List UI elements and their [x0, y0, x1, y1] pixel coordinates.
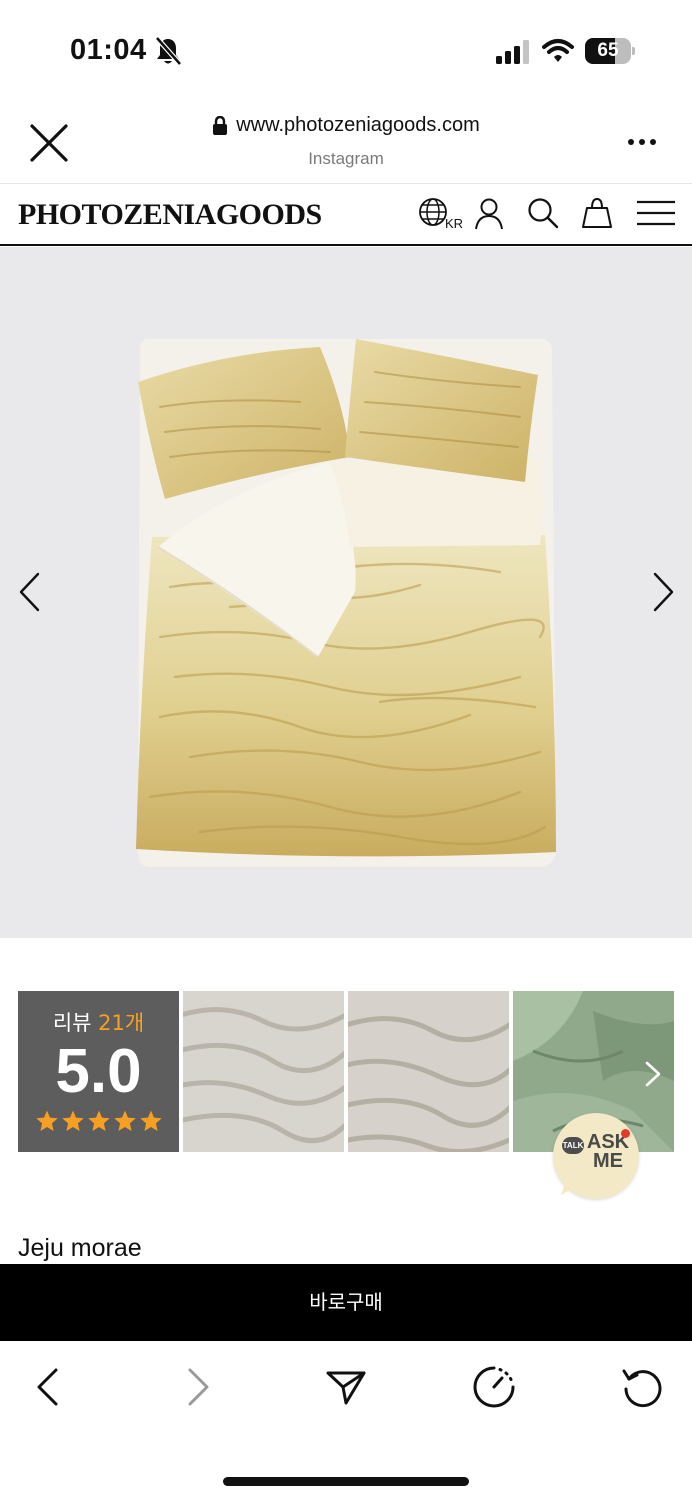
bell-off-icon: [155, 36, 182, 66]
battery-percent: 65: [597, 40, 619, 61]
ask-me-label: ASK ME: [586, 1132, 630, 1172]
talk-badge: TALK: [562, 1137, 584, 1154]
carousel-next-icon[interactable]: [651, 572, 675, 612]
buy-now-button[interactable]: 바로구매: [0, 1264, 692, 1341]
thumbnail-sand-1[interactable]: [183, 991, 344, 1152]
page-url: www.photozeniagoods.com: [236, 114, 480, 136]
reload-icon[interactable]: [620, 1365, 664, 1409]
wifi-icon: [542, 39, 574, 62]
search-icon[interactable]: [526, 196, 560, 230]
battery-icon: 65: [585, 38, 635, 64]
bubble-tail-icon: [561, 1177, 579, 1195]
notification-dot: [621, 1129, 630, 1138]
product-image-carousel[interactable]: [0, 247, 692, 938]
browser-toolbar: [0, 1341, 692, 1500]
star-icon: [61, 1110, 84, 1131]
product-name: Jeju morae: [18, 1234, 142, 1262]
address-display[interactable]: www.photozeniagoods.com Instagram: [0, 114, 692, 169]
site-logo[interactable]: PHOTOZENIAGOODS: [18, 198, 322, 232]
review-score: 5.0: [55, 1037, 142, 1106]
star-icon: [113, 1110, 136, 1131]
carousel-prev-icon[interactable]: [18, 572, 42, 612]
activity-timer-icon[interactable]: [472, 1365, 516, 1409]
shopping-bag-icon[interactable]: [580, 196, 614, 230]
menu-icon[interactable]: [636, 196, 676, 230]
review-summary-card[interactable]: 리뷰 21개 5.0: [18, 991, 179, 1152]
review-label: 리뷰: [52, 1011, 92, 1035]
forward-icon[interactable]: [176, 1365, 220, 1409]
share-send-icon[interactable]: [324, 1365, 368, 1409]
browser-source: Instagram: [308, 148, 384, 168]
thumbnail-sand-2[interactable]: [348, 991, 509, 1152]
site-header: PHOTOZENIAGOODS KR: [0, 184, 692, 246]
back-icon[interactable]: [26, 1365, 70, 1409]
lock-icon: [213, 115, 228, 135]
sand-texture-image: [183, 991, 344, 1152]
account-icon[interactable]: [472, 196, 506, 230]
more-options-icon[interactable]: [626, 136, 658, 148]
star-icon: [87, 1110, 110, 1131]
review-heading: 리뷰 21개: [18, 1007, 179, 1037]
in-app-browser-bar: www.photozeniagoods.com Instagram: [0, 100, 692, 184]
star-icon: [139, 1110, 162, 1131]
star-rating: [18, 1109, 179, 1133]
product-photo: [136, 338, 556, 868]
sand-texture-image: [348, 991, 509, 1152]
home-indicator: [223, 1477, 469, 1486]
review-count: 21개: [98, 1011, 145, 1035]
thumbnail-next-icon[interactable]: [644, 1061, 662, 1087]
ask-me-chat-button[interactable]: TALK ASK ME: [553, 1113, 639, 1199]
star-icon: [35, 1110, 58, 1131]
status-time: 01:04: [70, 34, 147, 66]
ask-me-line2: ME: [593, 1150, 623, 1172]
language-label[interactable]: KR: [445, 216, 463, 231]
status-bar: 01:04 65: [0, 0, 692, 100]
cellular-signal-icon: [496, 40, 529, 64]
